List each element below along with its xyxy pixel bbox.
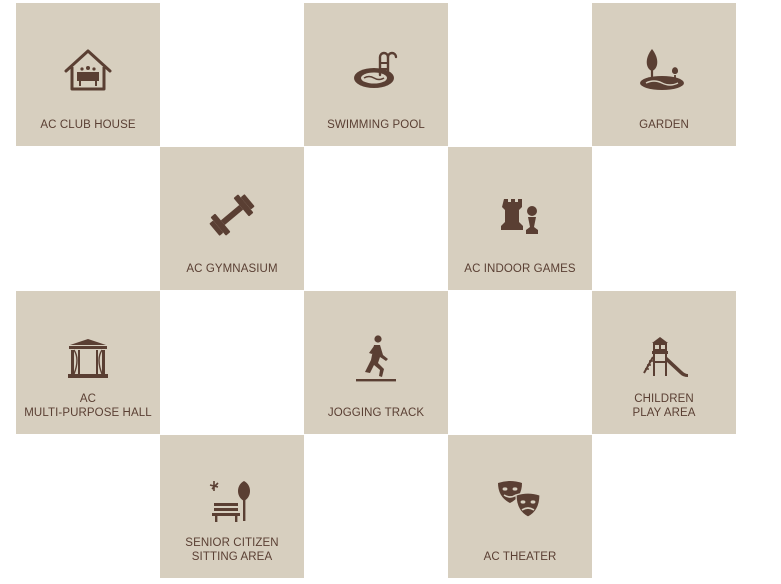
bench-tree-icon xyxy=(204,475,260,531)
dumbbell-icon xyxy=(204,187,260,243)
amenity-label: AC GYMNASIUM xyxy=(186,263,278,275)
amenity-tile-children-play-area: CHILDREN PLAY AREA xyxy=(592,291,736,434)
amenity-tile-theater: AC THEATER xyxy=(448,435,592,578)
stage-hall-icon xyxy=(60,331,116,387)
amenities-grid: AC CLUB HOUSE SWIMMING POOL GARDEN AC GY… xyxy=(0,0,781,584)
swimming-pool-icon xyxy=(348,43,404,99)
amenity-label: AC INDOOR GAMES xyxy=(464,263,576,275)
amenity-label: JOGGING TRACK xyxy=(327,407,425,419)
amenity-tile-swimming-pool: SWIMMING POOL xyxy=(304,3,448,146)
amenity-tile-senior-citizen-sitting-area: SENIOR CITIZEN SITTING AREA xyxy=(160,435,304,578)
amenity-tile-multi-purpose-hall: AC MULTI-PURPOSE HALL xyxy=(16,291,160,434)
amenity-label: GARDEN xyxy=(639,119,689,131)
garden-icon xyxy=(636,43,692,99)
amenity-tile-gymnasium: AC GYMNASIUM xyxy=(160,147,304,290)
amenity-label: AC THEATER xyxy=(483,551,557,563)
playground-slide-icon xyxy=(636,331,692,387)
jogger-icon xyxy=(348,331,404,387)
amenity-tile-club-house: AC CLUB HOUSE xyxy=(16,3,160,146)
amenity-label: CHILDREN PLAY AREA xyxy=(632,393,696,419)
amenity-tile-garden: GARDEN xyxy=(592,3,736,146)
chess-icon xyxy=(492,187,548,243)
amenity-label: SENIOR CITIZEN SITTING AREA xyxy=(185,537,279,563)
amenity-label: SWIMMING POOL xyxy=(327,119,425,131)
amenity-tile-jogging-track: JOGGING TRACK xyxy=(304,291,448,434)
theater-masks-icon xyxy=(492,475,548,531)
club-house-icon xyxy=(60,43,116,99)
amenity-label: AC MULTI-PURPOSE HALL xyxy=(24,393,152,419)
amenity-label: AC CLUB HOUSE xyxy=(40,119,136,131)
amenity-tile-indoor-games: AC INDOOR GAMES xyxy=(448,147,592,290)
